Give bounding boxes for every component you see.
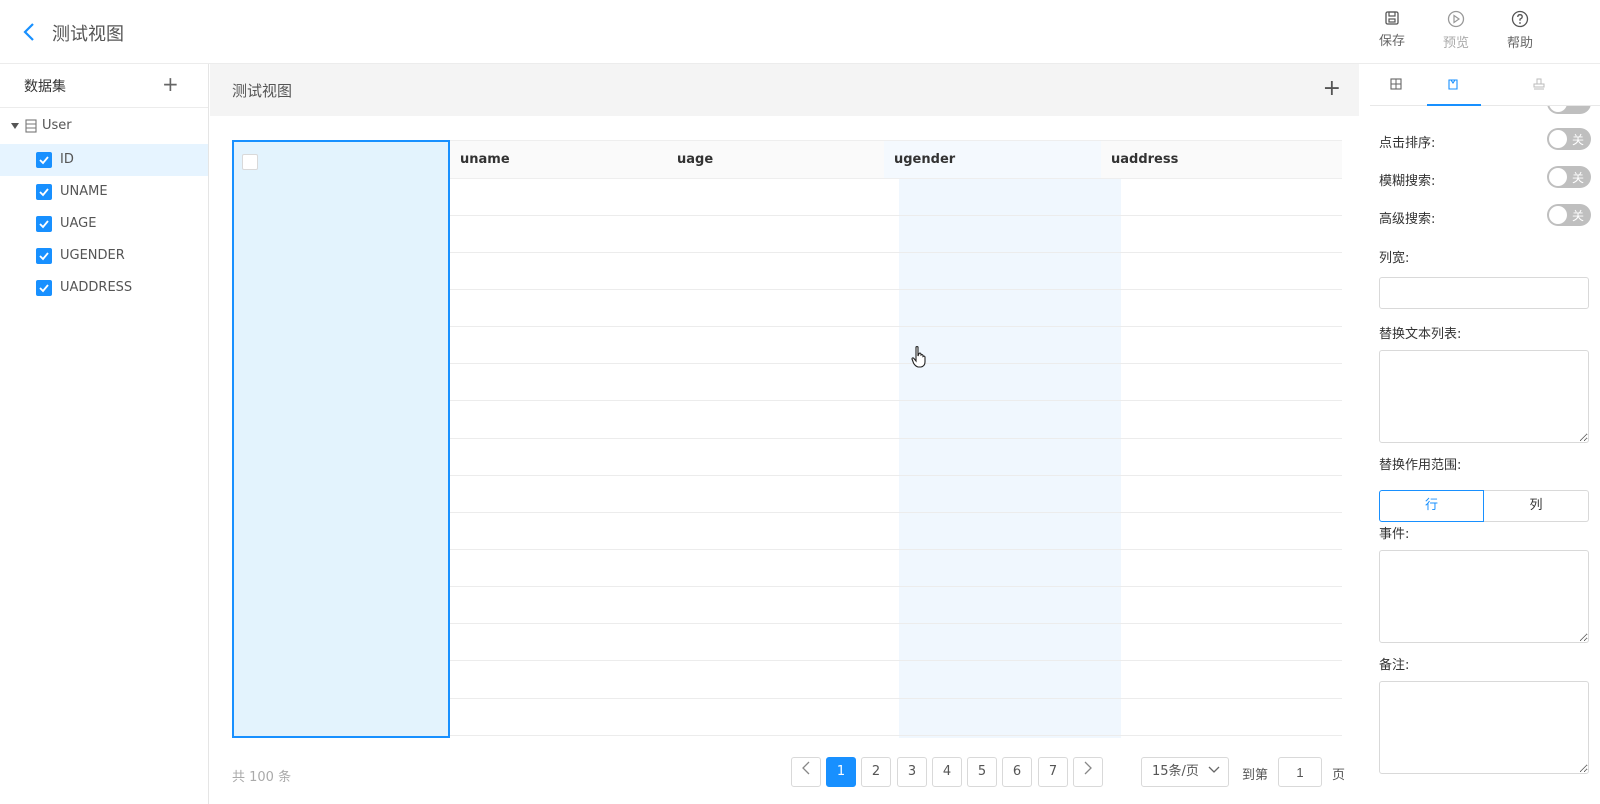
help-label: 帮助 [1506, 36, 1533, 51]
pagination: 1 2 3 4 5 6 7 15条/页 到第 页 [210, 757, 1359, 789]
column-header-uage[interactable]: uage [667, 140, 884, 179]
replace-text-label: 替换文本列表: [1379, 327, 1462, 342]
top-bar: 测试视图 保存 预览 帮助 [0, 0, 1600, 64]
goto-suffix: 页 [1332, 768, 1346, 783]
column-label: uname [460, 152, 510, 167]
field-item-id[interactable]: ID [0, 144, 208, 176]
replace-scope-label: 替换作用范围: [1379, 458, 1462, 473]
save-button[interactable]: 保存 [1370, 10, 1414, 49]
tab-stamp[interactable] [1513, 64, 1567, 106]
page-3-button[interactable]: 3 [897, 757, 927, 787]
toggle-state: 关 [1571, 209, 1584, 223]
view-title: 测试视图 [232, 82, 293, 100]
field-item-uname[interactable]: UNAME [0, 176, 208, 208]
field-checkbox[interactable] [36, 152, 52, 168]
field-checkbox[interactable] [36, 184, 52, 200]
fuzzy-search-toggle[interactable]: 关 [1547, 166, 1591, 188]
event-textarea[interactable] [1379, 550, 1589, 643]
panel-tabs [1370, 64, 1600, 106]
column-label: uaddress [1111, 152, 1179, 167]
click-sort-toggle[interactable]: 关 [1547, 128, 1591, 150]
page-2-button[interactable]: 2 [861, 757, 891, 787]
tab-table[interactable] [1370, 64, 1424, 106]
note-textarea[interactable] [1379, 681, 1589, 774]
column-width-input[interactable] [1379, 277, 1589, 309]
selected-column[interactable] [232, 140, 450, 738]
scope-row-option[interactable]: 行 [1379, 490, 1484, 522]
save-label: 保存 [1378, 34, 1405, 49]
select-all-checkbox[interactable] [242, 154, 258, 170]
fuzzy-search-label: 模糊搜索: [1379, 174, 1436, 189]
play-icon [1434, 10, 1478, 28]
preview-label: 预览 [1442, 36, 1469, 51]
goto-page-input[interactable] [1278, 757, 1322, 787]
hovered-column[interactable] [899, 140, 1121, 738]
chevron-down-icon [1208, 759, 1220, 787]
help-icon [1498, 10, 1542, 28]
data-grid: uname uage ugender uaddress [232, 140, 1342, 750]
column-width-label: 列宽: [1379, 251, 1410, 266]
page-4-button[interactable]: 4 [932, 757, 962, 787]
field-label: UAGE [60, 216, 97, 231]
field-item-uage[interactable]: UAGE [0, 208, 208, 240]
column-label: uage [677, 152, 714, 167]
preview-button[interactable]: 预览 [1434, 10, 1478, 51]
replace-scope-toggle: 行 列 [1379, 490, 1589, 522]
column-header-ugender[interactable]: ugender [884, 140, 1101, 179]
tree-node-label: User [42, 118, 72, 133]
chevron-right-icon [1083, 761, 1093, 779]
replace-text-textarea[interactable] [1379, 350, 1589, 443]
advanced-search-label: 高级搜索: [1379, 212, 1436, 227]
page-title: 测试视图 [52, 24, 124, 45]
field-item-uaddress[interactable]: UADDRESS [0, 272, 208, 304]
field-checkbox[interactable] [36, 216, 52, 232]
sidebar-title: 数据集 [24, 79, 66, 95]
view-designer: 测试视图 + uname uage ugender uaddress 共 100… [210, 64, 1359, 804]
event-label: 事件: [1379, 527, 1410, 542]
back-icon[interactable] [22, 21, 42, 43]
field-item-ugender[interactable]: UGENDER [0, 240, 208, 272]
next-page-button[interactable] [1073, 757, 1103, 787]
field-label: ID [60, 152, 74, 167]
page-5-button[interactable]: 5 [967, 757, 997, 787]
field-checkbox[interactable] [36, 280, 52, 296]
hand-cursor-icon [911, 345, 929, 373]
goto-label: 到第 [1242, 768, 1269, 783]
tree-node-user[interactable]: User [0, 108, 208, 144]
sidebar-header: 数据集 + [0, 64, 208, 108]
scope-column-option[interactable]: 列 [1484, 490, 1589, 522]
add-dataset-icon[interactable]: + [162, 72, 179, 96]
dataset-sidebar: 数据集 + User ID UNAME UAGE UGENDER UADDRES… [0, 64, 209, 804]
table-icon [25, 119, 37, 137]
note-label: 备注: [1379, 658, 1410, 673]
field-label: UGENDER [60, 248, 125, 263]
column-label: ugender [894, 152, 956, 167]
page-1-button[interactable]: 1 [826, 757, 856, 787]
click-sort-label: 点击排序: [1379, 136, 1436, 151]
prev-page-button[interactable] [791, 757, 821, 787]
column-header-uaddress[interactable]: uaddress [1101, 140, 1342, 179]
toggle-state: 关 [1571, 133, 1584, 147]
page-6-button[interactable]: 6 [1002, 757, 1032, 787]
field-checkbox[interactable] [36, 248, 52, 264]
page-size-select[interactable]: 15条/页 [1141, 757, 1229, 787]
page-size-value: 15条/页 [1152, 764, 1199, 779]
field-label: UADDRESS [60, 280, 133, 295]
column-header-uname[interactable]: uname [450, 140, 667, 179]
view-header: 测试视图 + [210, 64, 1359, 116]
chevron-left-icon [801, 761, 811, 779]
help-button[interactable]: 帮助 [1498, 10, 1542, 51]
field-label: UNAME [60, 184, 108, 199]
property-panel: 点击排序: 关 模糊搜索: 关 高级搜索: 关 列宽: 替换文本列表: 替换作用… [1370, 64, 1600, 804]
advanced-search-toggle[interactable]: 关 [1547, 204, 1591, 226]
add-icon[interactable]: + [1323, 76, 1341, 101]
page-7-button[interactable]: 7 [1038, 757, 1068, 787]
save-icon [1370, 10, 1414, 26]
caret-down-icon[interactable] [11, 123, 19, 129]
toggle-state: 关 [1571, 171, 1584, 185]
tab-column[interactable] [1427, 64, 1481, 106]
